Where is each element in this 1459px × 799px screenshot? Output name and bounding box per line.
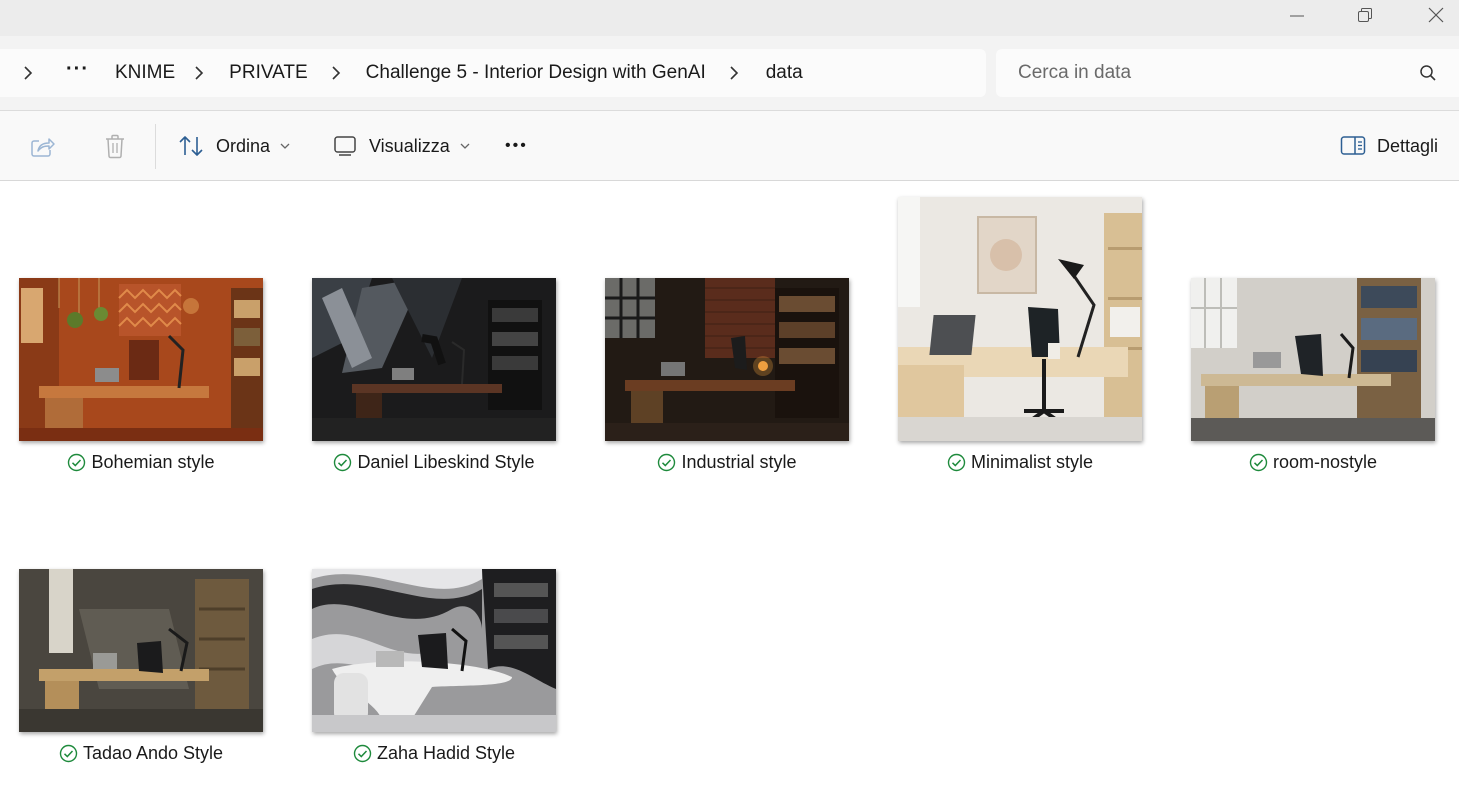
thumbnail-image	[19, 278, 263, 441]
delete-button[interactable]	[103, 111, 127, 181]
file-name: Bohemian style	[11, 452, 271, 473]
restore-button[interactable]	[1330, 0, 1400, 30]
thumbnail-image	[312, 278, 556, 441]
file-name: Zaha Hadid Style	[304, 743, 564, 764]
thumbnail-frame	[11, 196, 271, 441]
restore-icon	[1358, 8, 1372, 22]
view-label: Visualizza	[369, 135, 450, 156]
breadcrumb-item-data[interactable]: data	[756, 62, 813, 84]
file-name-label: Minimalist style	[970, 452, 1094, 472]
sync-check-icon	[67, 453, 86, 472]
chevron-right-icon[interactable]	[322, 59, 350, 87]
file-name-label: Daniel Libeskind Style	[357, 452, 535, 472]
sync-check-icon	[657, 453, 676, 472]
chevron-down-icon	[460, 143, 470, 149]
minimize-button[interactable]	[1262, 0, 1332, 30]
file-name: Minimalist style	[890, 452, 1150, 473]
file-name: Industrial style	[597, 452, 857, 473]
close-button[interactable]	[1401, 0, 1459, 30]
file-name-label: room-nostyle	[1272, 452, 1378, 472]
file-name-label: Zaha Hadid Style	[376, 743, 516, 763]
file-name: Daniel Libeskind Style	[304, 452, 564, 473]
file-name-label: Industrial style	[681, 452, 797, 472]
file-name-label: Tadao Ando Style	[82, 743, 224, 763]
sort-label: Ordina	[216, 135, 271, 156]
chevron-right-icon[interactable]	[14, 59, 42, 87]
more-icon: •••	[505, 137, 528, 154]
chevron-right-icon[interactable]	[720, 59, 748, 87]
view-icon	[334, 136, 356, 156]
sync-check-icon	[947, 453, 966, 472]
sync-check-icon	[59, 744, 78, 763]
close-icon	[1428, 7, 1444, 23]
thumbnail-frame	[890, 196, 1150, 441]
details-label: Dettagli	[1377, 135, 1439, 156]
command-bar: Ordina Visualizza ••• Dettagli	[0, 111, 1459, 181]
search-input[interactable]	[1018, 62, 1398, 84]
breadcrumb-overflow-button[interactable]: ···	[58, 58, 97, 81]
chevron-down-icon	[280, 143, 290, 149]
sort-icon	[179, 136, 203, 156]
thumbnail-image	[605, 278, 849, 441]
thumbnail-image	[898, 197, 1142, 441]
thumbnail-frame	[304, 487, 564, 732]
view-button[interactable]: Visualizza	[333, 111, 470, 181]
file-name: Tadao Ando Style	[11, 743, 271, 764]
address-row: ··· KNIME PRIVATE Challenge 5 - Interior…	[0, 36, 1459, 111]
sort-button[interactable]: Ordina	[178, 111, 290, 181]
chevron-right-icon[interactable]	[185, 59, 213, 87]
share-button[interactable]	[30, 111, 56, 181]
minimize-icon	[1290, 15, 1304, 17]
thumbnail-frame	[597, 196, 857, 441]
thumbnail-frame	[11, 487, 271, 732]
share-icon	[31, 138, 55, 157]
sync-check-icon	[333, 453, 352, 472]
thumbnail-image	[1191, 278, 1435, 441]
breadcrumb-item-private[interactable]: PRIVATE	[219, 62, 317, 84]
more-options-button[interactable]: •••	[505, 111, 528, 181]
breadcrumb-item-challenge[interactable]: Challenge 5 - Interior Design with GenAI	[356, 62, 716, 84]
breadcrumb: ··· KNIME PRIVATE Challenge 5 - Interior…	[0, 49, 986, 97]
thumbnail-frame	[304, 196, 564, 441]
search-box[interactable]	[996, 49, 1459, 97]
title-bar	[0, 0, 1459, 36]
sync-check-icon	[353, 744, 372, 763]
thumbnail-image	[19, 569, 263, 732]
details-button[interactable]: Dettagli	[1340, 111, 1438, 181]
toolbar-divider	[155, 124, 156, 169]
search-icon[interactable]	[1419, 64, 1437, 87]
thumbnail-frame	[1183, 196, 1443, 441]
sync-check-icon	[1249, 453, 1268, 472]
file-name-label: Bohemian style	[91, 452, 215, 472]
file-name: room-nostyle	[1183, 452, 1443, 473]
details-pane-icon	[1340, 136, 1366, 155]
trash-icon	[106, 134, 124, 159]
file-grid: Bohemian style Daniel Libeskind Style In…	[0, 182, 1459, 799]
thumbnail-image	[312, 569, 556, 732]
breadcrumb-item-knime[interactable]: KNIME	[105, 62, 185, 84]
